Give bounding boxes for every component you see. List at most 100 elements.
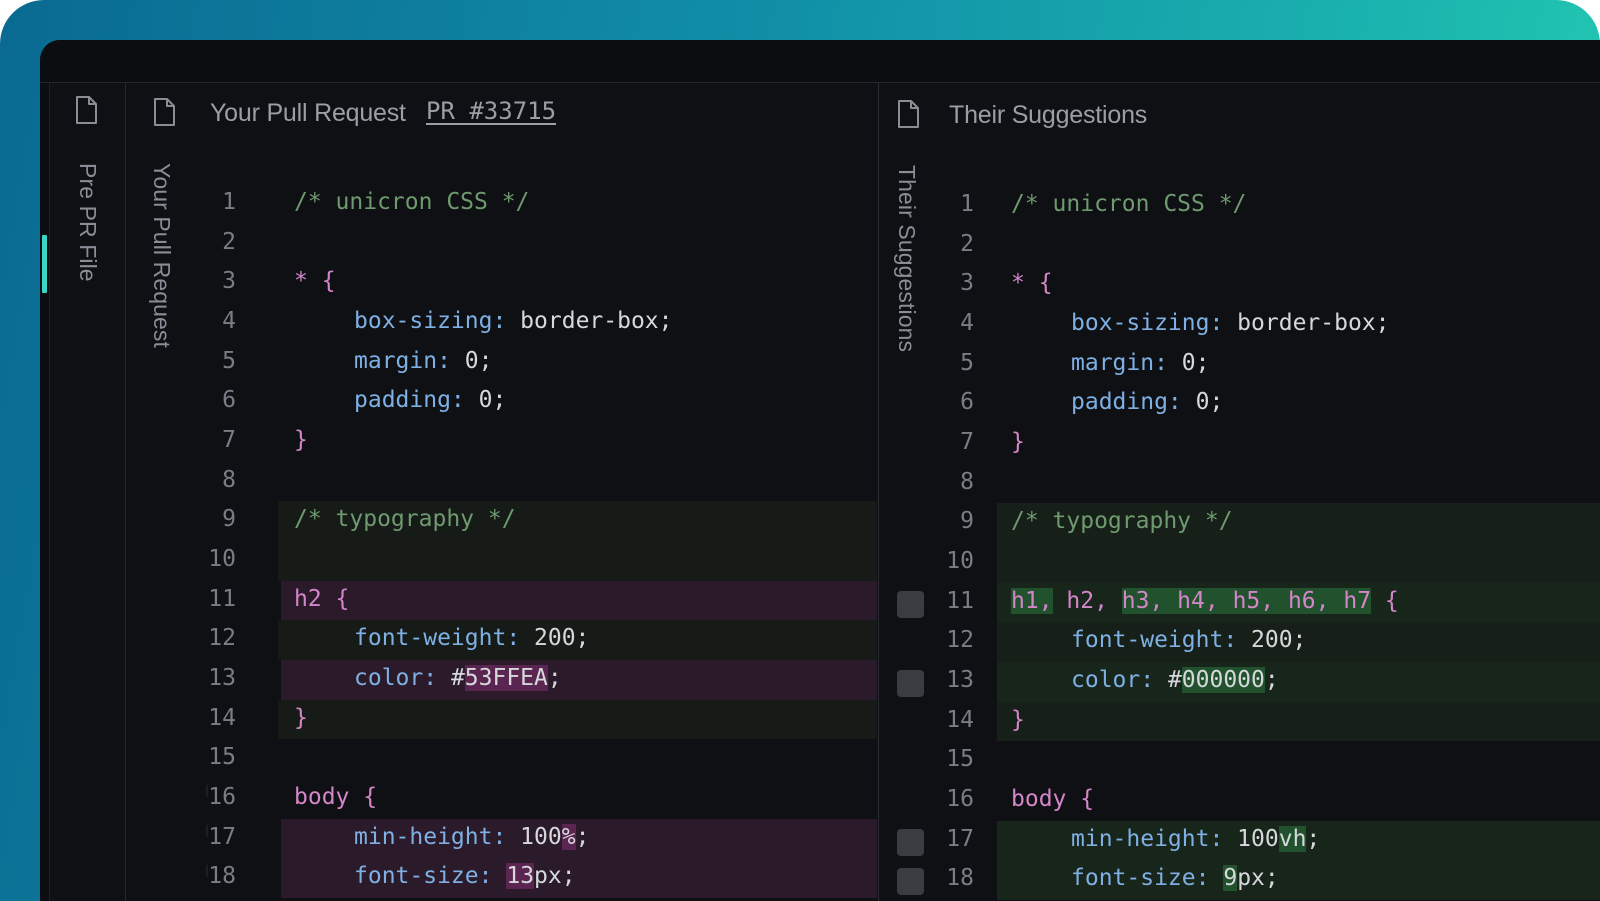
code-line: 5 margin: 0; <box>879 345 1600 385</box>
code-text: min-height: 100%; <box>354 823 590 850</box>
code-line: 4 box-sizing: border-box; <box>879 305 1600 345</box>
file-icon <box>896 99 920 134</box>
line-number: 6 <box>960 389 974 416</box>
code-text: padding: 0; <box>1071 389 1224 416</box>
code-text: } <box>294 426 308 453</box>
diff-hunk-bg <box>997 542 1600 583</box>
title-bar <box>40 40 1600 83</box>
file-icon <box>152 97 176 132</box>
pr-link[interactable]: PR #33715 <box>426 97 556 125</box>
code-line-changed: 14 } <box>196 699 877 740</box>
code-line: 1 /* unicron CSS */ <box>879 186 1600 226</box>
code-text: font-weight: 200; <box>1071 627 1307 654</box>
code-text: /* typography */ <box>1011 508 1233 535</box>
code-line: 6 padding: 0; <box>879 384 1600 424</box>
line-number: 1 <box>960 191 974 217</box>
line-number: 11 <box>946 587 974 614</box>
line-number: 7 <box>960 428 974 455</box>
code-line: 7 } <box>879 424 1600 464</box>
code-line-removed: 13 color: #53FFEA; <box>196 659 877 700</box>
code-line: 2 <box>196 224 877 264</box>
code-line-changed: 10 <box>196 540 877 581</box>
line-number: 18 <box>946 865 974 892</box>
your-pull-request-panel: Your Pull Request PR #33715 1 /* unicron… <box>154 83 877 901</box>
code-text: box-sizing: border-box; <box>1071 309 1390 336</box>
code-view: 1 /* unicron CSS */ 2 3 * { 4 box-sizing… <box>196 184 877 901</box>
code-line: 7 } <box>196 422 877 462</box>
line-number: 2 <box>960 230 974 257</box>
code-line-changed: 14 } <box>879 701 1600 742</box>
code-text: color: #000000; <box>1071 666 1279 693</box>
diff-window: Pre PR File Your Pull Request Your Pull … <box>40 40 1600 901</box>
code-text: } <box>294 704 308 731</box>
line-number: 13 <box>946 666 974 693</box>
line-number: 9 <box>222 506 236 533</box>
code-line: 4 box-sizing: border-box; <box>196 303 877 343</box>
code-line-added: 13 color: #000000; <box>879 661 1600 702</box>
code-line-removed: 18 font-size: 13px; <box>196 858 877 898</box>
line-number: 9 <box>960 508 974 535</box>
code-text: h2 { <box>294 585 350 612</box>
code-text: min-height: 100vh; <box>1071 825 1321 852</box>
panel-title: Your Pull Request <box>210 99 406 127</box>
code-text: body { <box>294 783 378 810</box>
code-text: font-size: 13px; <box>354 863 576 890</box>
line-number: 12 <box>208 625 236 652</box>
code-line: 16 body { <box>879 781 1600 821</box>
code-line: 15 <box>879 741 1600 781</box>
file-icon <box>74 95 98 130</box>
line-number: 11 <box>208 585 236 612</box>
code-line: 5 margin: 0; <box>196 343 877 383</box>
code-line-added: 11 h1, h2, h3, h4, h5, h6, h7 { <box>879 582 1600 623</box>
code-text: font-weight: 200; <box>354 625 590 652</box>
line-number: 4 <box>960 309 974 336</box>
line-number: 10 <box>946 547 974 574</box>
code-line: 3 * { <box>196 263 877 303</box>
code-line-changed: 12 font-weight: 200; <box>879 622 1600 662</box>
line-number: 13 <box>208 664 236 691</box>
line-number: 7 <box>222 426 236 453</box>
diff-removed-bg <box>281 580 877 621</box>
code-line: 1 /* unicron CSS */ <box>196 184 877 224</box>
line-number: 3 <box>222 268 236 295</box>
activity-rail <box>40 83 50 901</box>
code-text: margin: 0; <box>354 347 493 374</box>
code-line-changed: 9 /* typography */ <box>196 501 877 541</box>
line-number: 8 <box>222 466 236 493</box>
panel-title: Their Suggestions <box>949 101 1148 129</box>
code-line: 15 <box>196 739 877 779</box>
code-text: color: #53FFEA; <box>354 664 562 691</box>
code-line: 2 <box>879 226 1600 266</box>
code-line-removed: 11 h2 { <box>196 580 877 621</box>
line-number: 8 <box>960 468 974 495</box>
code-line-changed: 10 <box>879 542 1600 583</box>
code-text: box-sizing: border-box; <box>354 307 673 334</box>
line-number: 6 <box>222 387 236 414</box>
line-number: 3 <box>960 270 974 297</box>
diff-hunk-bg <box>278 540 877 581</box>
line-number: 2 <box>222 228 236 255</box>
diff-hunk-bg <box>278 699 877 740</box>
sidebar-tab-pre-pr-file[interactable]: Pre PR File <box>50 83 126 901</box>
code-line-changed: 9 /* typography */ <box>879 503 1600 543</box>
code-text: } <box>1011 428 1025 455</box>
line-number: 16 <box>946 785 974 812</box>
code-text: h1, h2, h3, h4, h5, h6, h7 { <box>1011 587 1399 614</box>
line-number: 12 <box>946 627 974 654</box>
line-number: 17 <box>208 823 236 850</box>
code-line: 8 <box>879 464 1600 504</box>
line-number: 16 <box>208 783 236 810</box>
code-line: 3 * { <box>879 265 1600 305</box>
code-line: 8 <box>196 462 877 502</box>
code-line-added: 18 font-size: 9px; <box>879 860 1600 900</box>
code-line: 16 body { <box>196 779 877 819</box>
diff-hunk-bg <box>997 701 1600 742</box>
code-text: /* typography */ <box>294 506 516 533</box>
code-text: * { <box>294 268 336 295</box>
code-view: 1 /* unicron CSS */ 2 3 * { 4 box-sizing… <box>879 186 1600 901</box>
line-number: 14 <box>946 706 974 733</box>
line-number: 15 <box>946 746 974 773</box>
line-number: 18 <box>208 863 236 890</box>
line-number: 5 <box>222 347 236 374</box>
code-text: margin: 0; <box>1071 349 1210 376</box>
